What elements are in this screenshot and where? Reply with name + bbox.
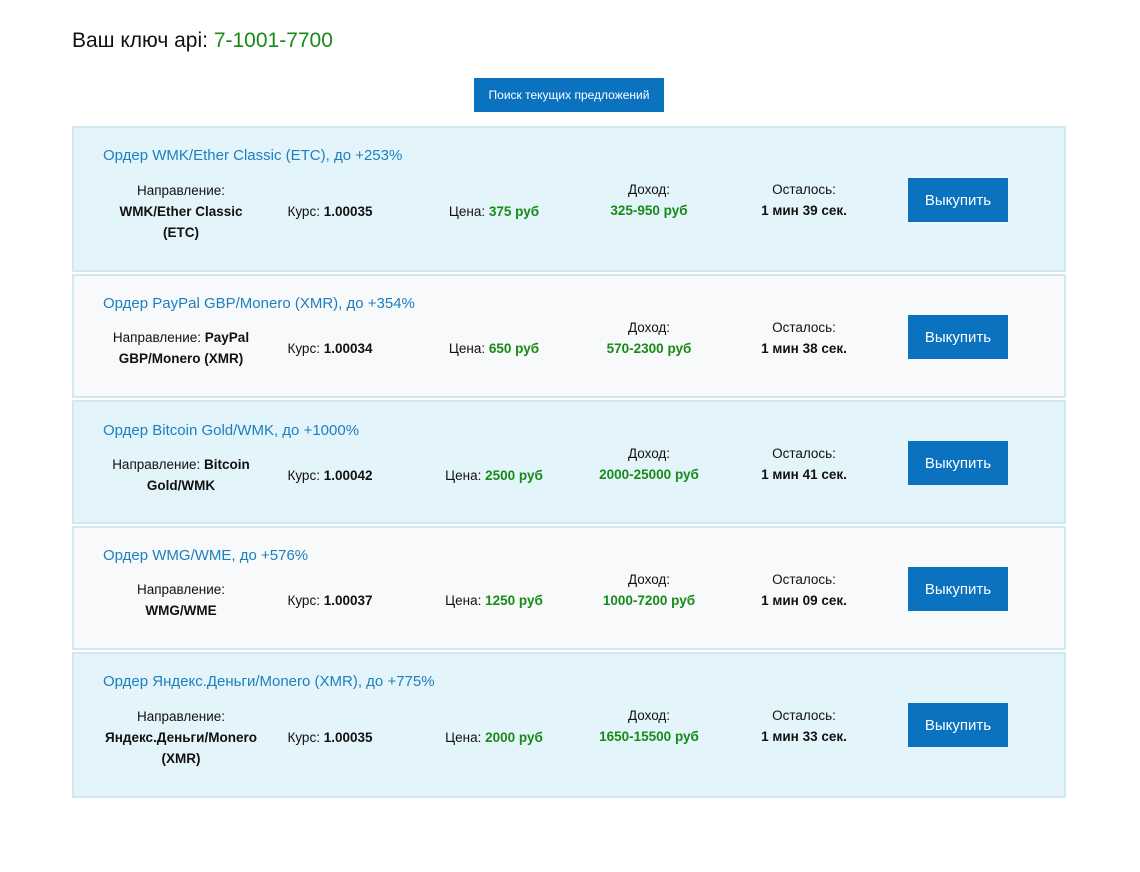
order-direction: Направление: WMG/WME — [100, 579, 262, 621]
order-rate: Курс: 1.00035 — [270, 201, 390, 222]
order-price: Цена: 2500 руб — [424, 465, 564, 486]
income-label: Доход: — [627, 572, 671, 587]
direction-value: Яндекс.Деньги/Monero (XMR) — [105, 730, 257, 766]
remaining-label: Осталось: — [772, 572, 836, 587]
order-card: Ордер Яндекс.Деньги/Monero (XMR), до +77… — [72, 652, 1066, 798]
price-value: 2000 руб — [485, 730, 543, 745]
remaining-value: 1 мин 09 сек. — [761, 593, 847, 608]
income-value: 1000-7200 руб — [602, 593, 696, 608]
order-direction: Направление: WMK/Ether Classic (ETC) — [100, 180, 262, 243]
price-value: 375 руб — [488, 204, 540, 219]
buy-button[interactable]: Выкупить — [908, 703, 1008, 747]
direction-label: Направление: — [112, 330, 202, 345]
order-title[interactable]: Ордер WMK/Ether Classic (ETC), до +253% — [103, 147, 402, 164]
order-income: Доход: 2000-25000 руб — [574, 443, 724, 485]
remaining-value: 1 мин 41 сек. — [761, 467, 847, 482]
direction-label: Направление: — [136, 582, 226, 597]
orders-list: Ордер WMK/Ether Classic (ETC), до +253% … — [72, 126, 1066, 800]
order-direction: Направление: PayPal GBP/Monero (XMR) — [100, 327, 262, 369]
buy-button[interactable]: Выкупить — [908, 315, 1008, 359]
income-value: 325-950 руб — [610, 203, 688, 218]
order-income: Доход: 1650-15500 руб — [574, 705, 724, 747]
order-title[interactable]: Ордер WMG/WME, до +576% — [103, 547, 308, 564]
rate-value: 1.00037 — [323, 593, 373, 608]
order-rate: Курс: 1.00034 — [270, 338, 390, 359]
api-key-value: 7-1001-7700 — [213, 29, 333, 52]
direction-label: Направление: — [136, 709, 226, 724]
price-value: 1250 руб — [485, 593, 543, 608]
remaining-value: 1 мин 38 сек. — [761, 341, 847, 356]
order-income: Доход: 570-2300 руб — [574, 317, 724, 359]
order-rate: Курс: 1.00037 — [270, 590, 390, 611]
order-card: Ордер WMG/WME, до +576% Направление: WMG… — [72, 526, 1066, 650]
order-remaining: Осталось: 1 мин 33 сек. — [734, 705, 874, 747]
order-rate: Курс: 1.00042 — [270, 465, 390, 486]
buy-button[interactable]: Выкупить — [908, 441, 1008, 485]
order-price: Цена: 1250 руб — [424, 590, 564, 611]
direction-label: Направление: — [112, 457, 201, 472]
price-value: 2500 руб — [485, 468, 543, 483]
price-label: Цена: — [445, 468, 482, 483]
rate-value: 1.00034 — [323, 341, 373, 356]
rate-label: Курс: — [287, 468, 320, 483]
buy-button[interactable]: Выкупить — [908, 178, 1008, 222]
rate-label: Курс: — [287, 204, 320, 219]
rate-value: 1.00035 — [323, 204, 373, 219]
income-label: Доход: — [627, 708, 671, 723]
order-title[interactable]: Ордер Яндекс.Деньги/Monero (XMR), до +77… — [103, 673, 435, 690]
price-value: 650 руб — [488, 341, 540, 356]
remaining-label: Осталось: — [772, 320, 836, 335]
order-remaining: Осталось: 1 мин 09 сек. — [734, 569, 874, 611]
remaining-value: 1 мин 39 сек. — [761, 203, 847, 218]
order-remaining: Осталось: 1 мин 38 сек. — [734, 317, 874, 359]
order-card: Ордер PayPal GBP/Monero (XMR), до +354% … — [72, 274, 1066, 398]
order-price: Цена: 650 руб — [424, 338, 564, 359]
remaining-value: 1 мин 33 сек. — [761, 729, 847, 744]
income-value: 2000-25000 руб — [599, 467, 699, 482]
order-card: Ордер WMK/Ether Classic (ETC), до +253% … — [72, 126, 1066, 272]
rate-label: Курс: — [287, 593, 320, 608]
order-title[interactable]: Ордер PayPal GBP/Monero (XMR), до +354% — [103, 295, 415, 312]
direction-value: WMK/Ether Classic (ETC) — [119, 204, 243, 240]
price-label: Цена: — [445, 730, 482, 745]
order-price: Цена: 375 руб — [424, 201, 564, 222]
search-offers-button[interactable]: Поиск текущих предложений — [474, 78, 664, 112]
order-income: Доход: 325-950 руб — [574, 179, 724, 221]
order-direction: Направление: Bitcoin Gold/WMK — [100, 454, 262, 496]
order-rate: Курс: 1.00035 — [270, 727, 390, 748]
rate-label: Курс: — [287, 341, 320, 356]
rate-value: 1.00035 — [323, 730, 373, 745]
rate-value: 1.00042 — [323, 468, 373, 483]
order-remaining: Осталось: 1 мин 41 сек. — [734, 443, 874, 485]
order-income: Доход: 1000-7200 руб — [574, 569, 724, 611]
direction-label: Направление: — [136, 183, 226, 198]
remaining-label: Осталось: — [772, 708, 836, 723]
buy-button[interactable]: Выкупить — [908, 567, 1008, 611]
direction-value: WMG/WME — [145, 603, 217, 618]
rate-label: Курс: — [287, 730, 320, 745]
income-value: 1650-15500 руб — [599, 729, 699, 744]
order-remaining: Осталось: 1 мин 39 сек. — [734, 179, 874, 221]
order-price: Цена: 2000 руб — [424, 727, 564, 748]
price-label: Цена: — [448, 341, 486, 356]
order-card: Ордер Bitcoin Gold/WMK, до +1000% Направ… — [72, 400, 1066, 524]
income-label: Доход: — [627, 182, 671, 197]
api-key-line: Ваш ключ api: 7-1001-7700 — [72, 29, 333, 53]
remaining-label: Осталось: — [772, 182, 836, 197]
price-label: Цена: — [445, 593, 482, 608]
order-title[interactable]: Ордер Bitcoin Gold/WMK, до +1000% — [103, 422, 359, 439]
income-value: 570-2300 руб — [606, 341, 692, 356]
price-label: Цена: — [448, 204, 486, 219]
api-key-label: Ваш ключ api: — [72, 29, 208, 52]
order-direction: Направление: Яндекс.Деньги/Monero (XMR) — [100, 706, 262, 769]
remaining-label: Осталось: — [772, 446, 836, 461]
income-label: Доход: — [627, 446, 671, 461]
income-label: Доход: — [627, 320, 671, 335]
